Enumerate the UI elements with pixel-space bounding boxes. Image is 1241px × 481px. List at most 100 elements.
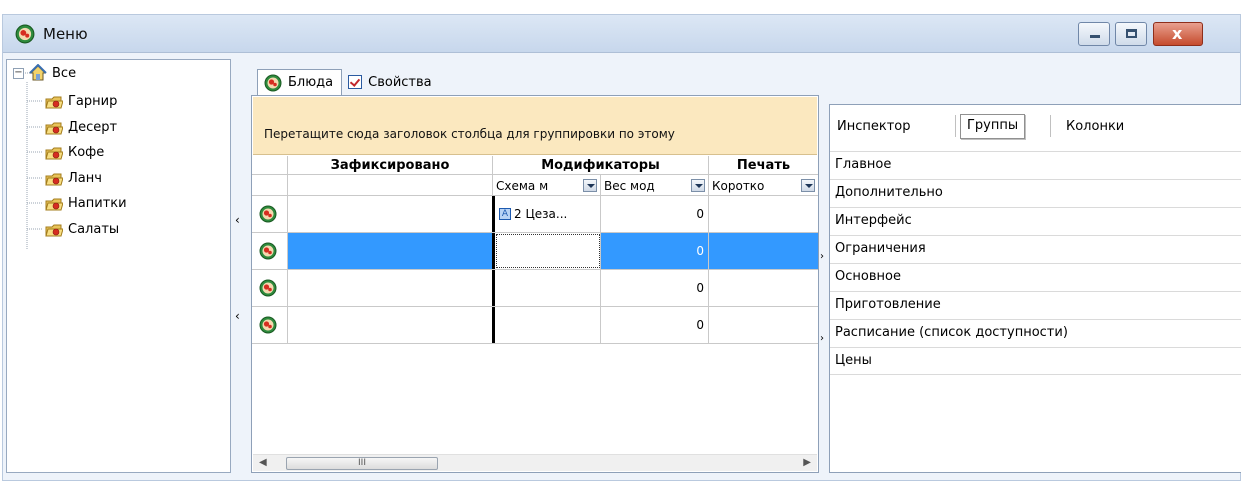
group-item[interactable]: Основное	[830, 263, 1241, 291]
dish-icon	[264, 74, 282, 91]
scheme-cell[interactable]	[495, 270, 601, 306]
folder-icon	[45, 147, 63, 159]
scheme-link-icon: A	[499, 208, 511, 220]
short-cell[interactable]	[709, 196, 818, 232]
row-indicator[interactable]	[252, 196, 288, 232]
folder-icon	[45, 198, 63, 210]
maximize-button[interactable]	[1115, 22, 1147, 46]
inspector-panel: Инспектор Группы Колонки Главное Дополни…	[829, 104, 1241, 473]
folder-icon	[45, 173, 63, 185]
tab-groups[interactable]: Группы	[960, 114, 1026, 139]
tree-item-label: Напитки	[68, 195, 127, 211]
group-list: Главное Дополнительно Интерфейс Ограниче…	[830, 151, 1241, 375]
group-item[interactable]: Интерфейс	[830, 207, 1241, 235]
short-cell[interactable]	[709, 270, 818, 306]
band-header-print[interactable]: Печать	[709, 156, 818, 175]
collapse-icon[interactable]: −	[13, 67, 24, 79]
tab-properties[interactable]: Свойства	[342, 69, 440, 95]
tree-item-dessert[interactable]: Десерт	[45, 118, 117, 136]
tab-label: Свойства	[368, 74, 432, 90]
scroll-left-arrow-icon[interactable]: ◀	[259, 457, 267, 468]
home-icon	[29, 64, 47, 81]
weight-cell[interactable]: 0	[601, 233, 709, 269]
band-header-row: Зафиксировано Модификаторы Печать	[252, 156, 818, 175]
row-indicator[interactable]	[252, 270, 288, 306]
tab-columns[interactable]: Колонки	[1066, 119, 1124, 134]
group-item[interactable]: Расписание (список доступности)	[830, 319, 1241, 347]
window-title: Меню	[43, 25, 88, 43]
group-item[interactable]: Цены	[830, 347, 1241, 375]
close-button[interactable]: x	[1153, 22, 1203, 46]
fixed-cell[interactable]	[288, 270, 493, 306]
group-item[interactable]: Дополнительно	[830, 179, 1241, 207]
table-row[interactable]: A 2 Цеза... 0	[252, 196, 818, 233]
close-icon: x	[1172, 24, 1183, 43]
tree-item-salads[interactable]: Салаты	[45, 220, 119, 238]
short-cell[interactable]	[709, 233, 818, 269]
tab-separator	[1050, 115, 1051, 137]
scheme-value: 2 Цеза...	[514, 207, 568, 221]
menu-window: Меню x − Все Гарнир Десерт Кофе Ланч Нап…	[2, 14, 1241, 481]
tab-inspector[interactable]: Инспектор	[837, 119, 911, 134]
dishes-grid[interactable]: Перетащите сюда заголовок столбца для гр…	[251, 95, 819, 473]
scheme-cell[interactable]	[495, 307, 601, 343]
folder-icon	[45, 96, 63, 108]
column-header-weight[interactable]: Вес мод	[601, 175, 709, 196]
tree-item-label: Десерт	[68, 119, 118, 135]
table-row-selected[interactable]: 0	[252, 233, 818, 270]
group-by-panel[interactable]: Перетащите сюда заголовок столбца для гр…	[253, 97, 817, 155]
horizontal-scrollbar[interactable]: ◀ III ▶	[253, 454, 817, 471]
tree-root-label: Все	[52, 65, 77, 81]
category-tree[interactable]: − Все Гарнир Десерт Кофе Ланч Напитки Са…	[6, 59, 231, 473]
table-row[interactable]: 0	[252, 270, 818, 307]
fixed-column-header[interactable]	[288, 175, 493, 196]
collapse-left-arrow-icon[interactable]: ‹	[235, 214, 240, 226]
tree-item-garnish[interactable]: Гарнир	[45, 92, 117, 110]
weight-cell[interactable]: 0	[601, 307, 709, 343]
scrollbar-thumb[interactable]: III	[286, 457, 438, 470]
fixed-cell[interactable]	[288, 233, 493, 269]
expand-right-arrow-icon[interactable]: ›	[820, 333, 824, 344]
band-header-fixed[interactable]: Зафиксировано	[288, 156, 493, 175]
group-item[interactable]: Приготовление	[830, 291, 1241, 319]
tab-label: Блюда	[288, 75, 334, 90]
tree-item-label: Кофе	[68, 144, 105, 160]
column-header-row: Схема м Вес мод Коротко	[252, 175, 818, 196]
properties-checkbox-icon	[348, 75, 363, 89]
band-indicator	[252, 156, 288, 175]
column-header-short[interactable]: Коротко	[709, 175, 818, 196]
scheme-cell[interactable]	[495, 233, 601, 269]
title-bar[interactable]: Меню x	[3, 15, 1240, 53]
expand-right-arrow-icon[interactable]: ›	[820, 251, 824, 262]
fixed-cell[interactable]	[288, 307, 493, 343]
filter-dropdown-icon[interactable]	[583, 179, 597, 192]
group-item[interactable]: Главное	[830, 151, 1241, 179]
scroll-right-arrow-icon[interactable]: ▶	[803, 457, 811, 468]
inspector-tabs: Инспектор Группы Колонки	[830, 105, 1241, 151]
band-header-modifiers[interactable]: Модификаторы	[493, 156, 709, 175]
column-header-label: Вес мод	[604, 178, 655, 193]
short-cell[interactable]	[709, 307, 818, 343]
tree-item-label: Ланч	[68, 170, 102, 186]
tree-item-lunch[interactable]: Ланч	[45, 169, 102, 187]
filter-dropdown-icon[interactable]	[801, 179, 815, 192]
tab-dishes[interactable]: Блюда	[257, 69, 343, 95]
row-indicator[interactable]	[252, 307, 288, 343]
minimize-button[interactable]	[1078, 22, 1110, 46]
filter-dropdown-icon[interactable]	[691, 179, 705, 192]
table-row[interactable]: 0	[252, 307, 818, 344]
collapse-left-arrow-icon[interactable]: ‹	[235, 310, 240, 322]
fixed-cell[interactable]	[288, 196, 493, 232]
column-header-label: Схема м	[496, 178, 549, 193]
tree-item-drinks[interactable]: Напитки	[45, 194, 127, 212]
tree-item-coffee[interactable]: Кофе	[45, 143, 104, 161]
tree-root[interactable]: − Все	[13, 64, 76, 82]
weight-cell[interactable]: 0	[601, 196, 709, 232]
weight-cell[interactable]: 0	[601, 270, 709, 306]
group-by-hint: Перетащите сюда заголовок столбца для гр…	[264, 127, 675, 141]
column-header-scheme[interactable]: Схема м	[493, 175, 601, 196]
scheme-cell[interactable]: A 2 Цеза...	[495, 196, 601, 232]
dish-icon	[15, 24, 35, 44]
group-item[interactable]: Ограничения	[830, 235, 1241, 263]
tab-separator	[955, 115, 956, 137]
